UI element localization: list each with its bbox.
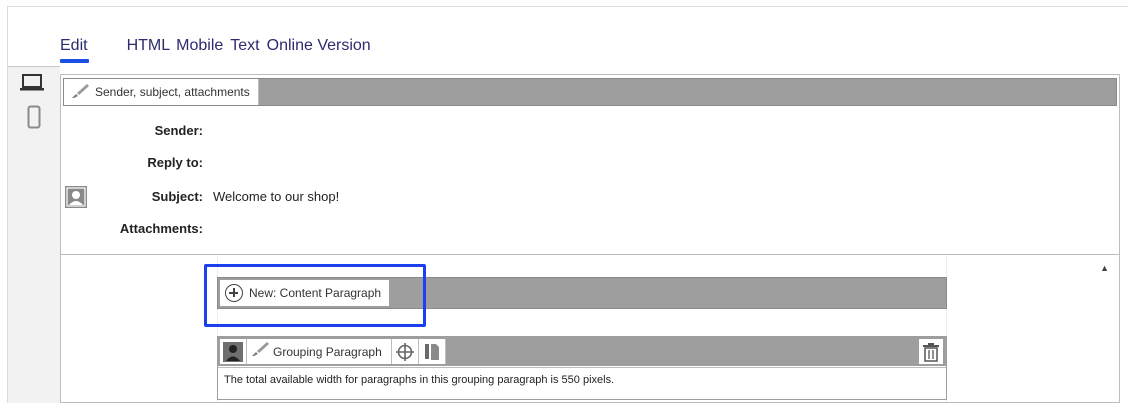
device-rail	[8, 66, 60, 403]
new-content-paragraph-button[interactable]: New: Content Paragraph	[220, 280, 390, 306]
attachments-row: Attachments:	[61, 221, 1119, 241]
tab-html[interactable]: HTML	[127, 37, 171, 61]
attachments-label: Attachments:	[119, 221, 203, 236]
tab-online-version[interactable]: Online Version	[267, 37, 371, 61]
phone-icon[interactable]	[27, 105, 41, 134]
grouping-toolbar: Grouping Paragraph	[218, 337, 946, 366]
tab-text[interactable]: Text	[230, 37, 259, 61]
sender-label: Sender:	[154, 123, 203, 138]
editor-panel: Sender, subject, attachments Sender: Rep…	[60, 74, 1120, 403]
grouping-description: The total available width for paragraphs…	[224, 374, 615, 386]
grouping-paragraph: Grouping Paragraph The total available w…	[217, 336, 947, 400]
person-icon[interactable]	[220, 339, 247, 364]
content-area: ▲ New: Content Paragraph Grouping Paragr…	[61, 256, 1119, 402]
copy-icon[interactable]	[419, 339, 446, 364]
trash-icon[interactable]	[919, 339, 943, 364]
header-label: Sender, subject, attachments	[95, 85, 250, 99]
tab-bar: Edit HTML Mobile Text Online Version	[60, 37, 371, 63]
brush-icon	[250, 341, 270, 362]
subject-label: Subject:	[151, 189, 203, 204]
new-paragraph-label: New: Content Paragraph	[249, 286, 382, 300]
new-paragraph-bar: New: Content Paragraph	[217, 277, 947, 309]
laptop-icon[interactable]	[19, 74, 45, 97]
header-bar: Sender, subject, attachments	[63, 78, 1117, 106]
tab-mobile[interactable]: Mobile	[176, 37, 223, 61]
grouping-edit-button[interactable]: Grouping Paragraph	[247, 339, 392, 364]
grouping-divider	[218, 367, 946, 368]
tab-edit[interactable]: Edit	[60, 37, 89, 63]
message-meta: Sender: Reply to: Subject: Welcome to ou…	[61, 109, 1119, 255]
sender-row: Sender:	[61, 123, 1119, 143]
plus-circle-icon	[225, 284, 243, 302]
subject-row: Subject: Welcome to our shop!	[61, 189, 1119, 209]
scroll-up-icon[interactable]: ▲	[1100, 263, 1109, 273]
grouping-label: Grouping Paragraph	[273, 344, 382, 359]
subject-value[interactable]: Welcome to our shop!	[213, 189, 339, 204]
reply-to-row: Reply to:	[61, 155, 1119, 175]
brush-icon	[70, 83, 95, 102]
target-icon[interactable]	[392, 339, 419, 364]
reply-to-label: Reply to:	[147, 155, 203, 170]
header-edit-button[interactable]: Sender, subject, attachments	[64, 79, 259, 105]
grouping-tools: Grouping Paragraph	[220, 339, 446, 364]
